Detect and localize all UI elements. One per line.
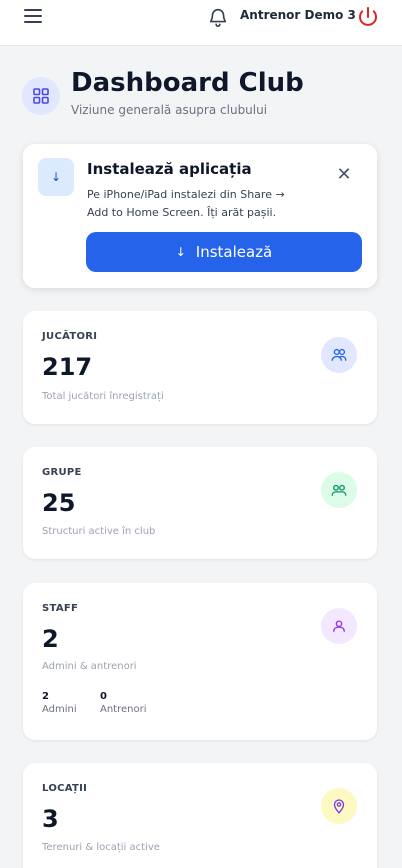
install-button-label: Instalează	[195, 243, 273, 261]
coaches-label: Antrenori	[100, 704, 147, 715]
stat-label: GRUPE	[42, 467, 82, 478]
stat-label: STAFF	[42, 603, 79, 614]
page-title: Dashboard Club	[71, 68, 304, 98]
stat-label: LOCAȚII	[42, 783, 88, 794]
coaches-count: 0	[100, 691, 107, 702]
admins-label: Admini	[42, 704, 77, 715]
staff-coaches: 0 Antrenori	[100, 691, 147, 715]
page-subtitle: Viziune generală asupra clubului	[71, 103, 268, 117]
bell-icon[interactable]	[207, 6, 229, 28]
stat-description: Structuri active în club	[42, 526, 156, 537]
install-instructions: Pe iPhone/iPad instalezi din Share → Add…	[87, 188, 285, 219]
stat-value: 25	[42, 489, 76, 517]
power-icon[interactable]	[356, 5, 380, 29]
install-title: Instalează aplicația	[87, 160, 252, 178]
install-app-card: ↓ Instalează aplicația Pe iPhone/iPad in…	[23, 144, 377, 288]
stat-description: Admini & antrenori	[42, 661, 137, 672]
stat-card-staff[interactable]: STAFF 2 Admini & antrenori 2 Admini 0 An…	[23, 583, 377, 740]
stat-card-players[interactable]: JUCĂTORI 217 Total jucători înregistrați	[23, 311, 377, 424]
top-bar: Antrenor Demo 3	[0, 0, 402, 46]
stat-card-groups[interactable]: GRUPE 25 Structuri active în club	[23, 447, 377, 559]
stat-value: 3	[42, 805, 59, 833]
users-icon	[321, 337, 357, 373]
menu-icon[interactable]	[24, 9, 42, 25]
stat-card-locations[interactable]: LOCAȚII 3 Terenuri & locații active	[23, 763, 377, 868]
groups-icon	[321, 472, 357, 508]
staff-admins: 2 Admini	[42, 691, 77, 715]
install-button[interactable]: ↓ Instalează	[86, 232, 362, 272]
download-icon: ↓	[38, 158, 74, 196]
map-pin-icon	[321, 788, 357, 824]
close-icon[interactable]: ✕	[335, 166, 353, 184]
user-icon	[321, 608, 357, 644]
download-arrow-icon: ↓	[175, 245, 186, 259]
stat-value: 217	[42, 353, 93, 381]
user-name[interactable]: Antrenor Demo 3	[240, 8, 356, 22]
dashboard-icon	[22, 77, 60, 115]
stat-description: Terenuri & locații active	[42, 842, 160, 853]
stat-value: 2	[42, 625, 59, 653]
stat-label: JUCĂTORI	[42, 331, 98, 342]
stat-description: Total jucători înregistrați	[42, 391, 164, 402]
admins-count: 2	[42, 691, 49, 702]
